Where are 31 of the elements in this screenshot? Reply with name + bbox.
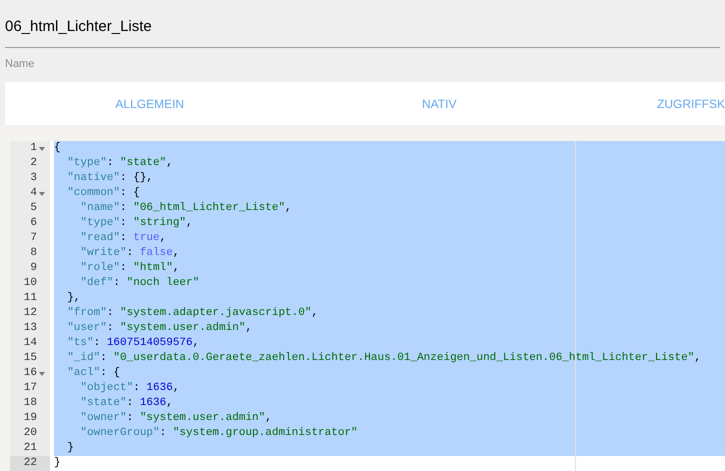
line-number: 16 bbox=[10, 366, 50, 381]
line-number: 6 bbox=[10, 216, 50, 231]
line-number: 8 bbox=[10, 246, 50, 261]
line-number: 5 bbox=[10, 201, 50, 216]
line-number: 21 bbox=[10, 441, 50, 456]
fold-caret-icon[interactable] bbox=[39, 192, 45, 196]
line-number: 18 bbox=[10, 396, 50, 411]
line-number: 4 bbox=[10, 186, 50, 201]
tab[interactable]: ZUGRIFFSK bbox=[657, 94, 725, 112]
tab[interactable]: ALLGEMEIN bbox=[115, 94, 184, 112]
line-number: 7 bbox=[10, 231, 50, 246]
tab[interactable]: NATIV bbox=[422, 94, 456, 112]
line-number: 22 bbox=[10, 456, 50, 471]
line-number: 11 bbox=[10, 291, 50, 306]
name-field[interactable]: 06_html_Lichter_Liste bbox=[5, 16, 720, 48]
line-number: 19 bbox=[10, 411, 50, 426]
line-number: 9 bbox=[10, 261, 50, 276]
line-number: 10 bbox=[10, 276, 50, 291]
line-number: 1 bbox=[10, 141, 50, 156]
line-number: 14 bbox=[10, 336, 50, 351]
code-editor[interactable] bbox=[10, 141, 725, 471]
line-number: 20 bbox=[10, 426, 50, 441]
line-number: 3 bbox=[10, 171, 50, 186]
line-number: 13 bbox=[10, 321, 50, 336]
line-number: 15 bbox=[10, 351, 50, 366]
line-number: 12 bbox=[10, 306, 50, 321]
fold-caret-icon[interactable] bbox=[39, 146, 45, 150]
line-number: 17 bbox=[10, 381, 50, 396]
fold-caret-icon[interactable] bbox=[39, 372, 45, 376]
line-number: 2 bbox=[10, 156, 50, 171]
field-label: Name bbox=[5, 56, 36, 72]
